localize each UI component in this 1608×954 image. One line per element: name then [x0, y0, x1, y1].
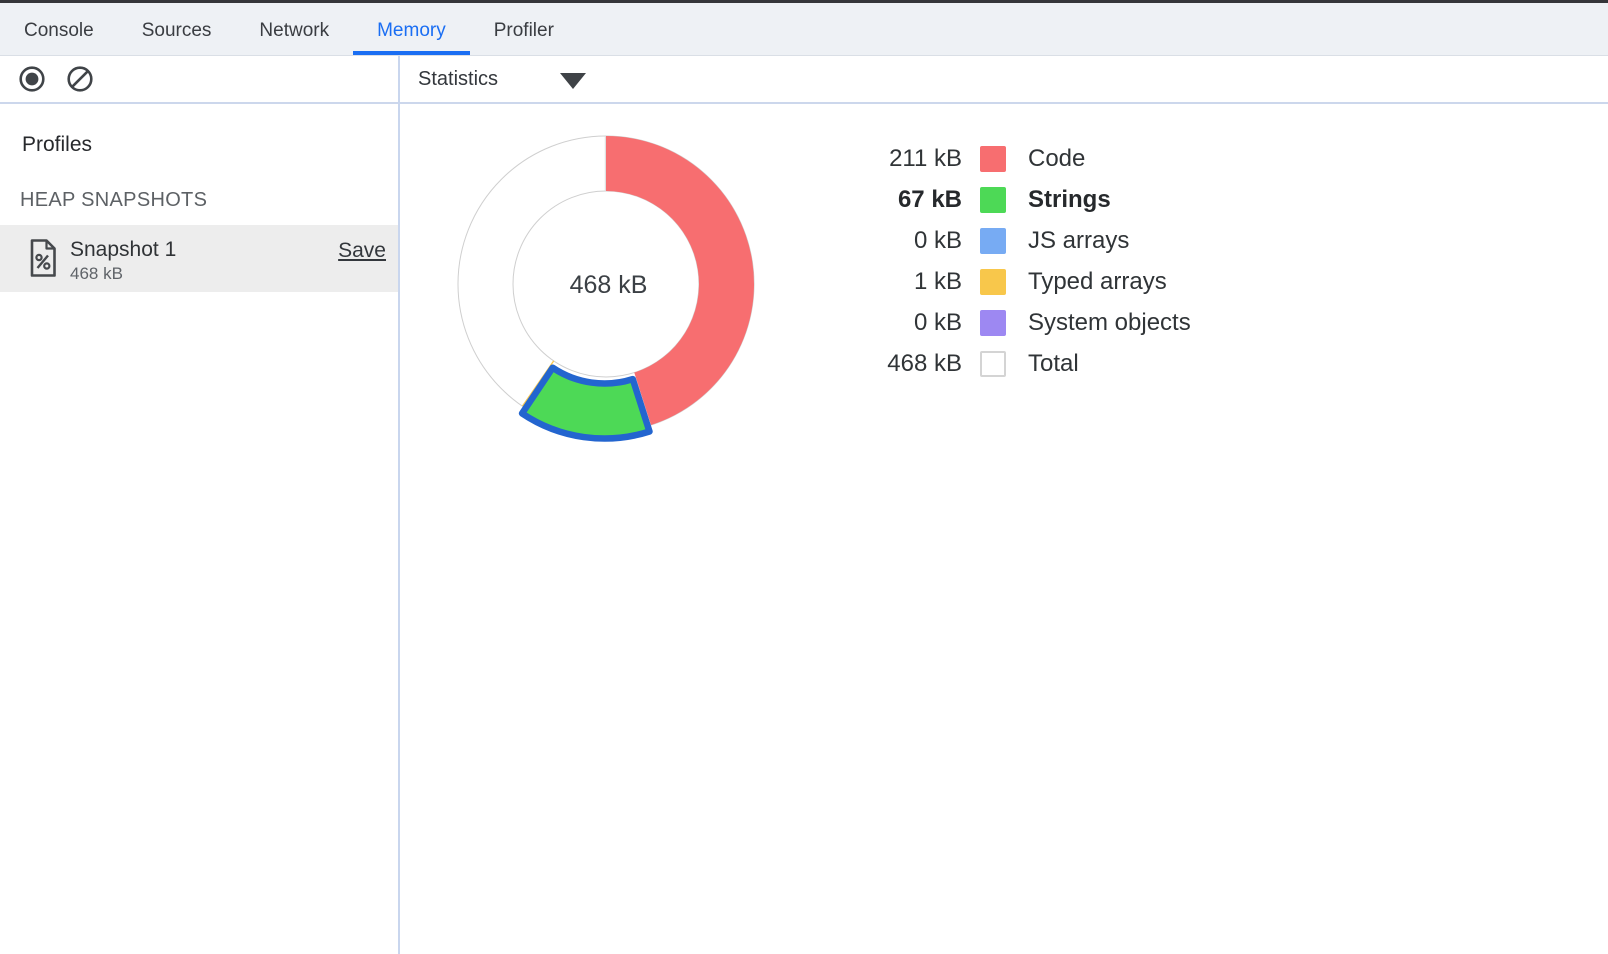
legend-row-code[interactable]: 211 kB Code — [862, 145, 1191, 173]
tab-label: Sources — [142, 20, 212, 42]
clear-profiles-button[interactable] — [65, 64, 95, 94]
legend-value: 1 kB — [862, 268, 962, 296]
legend-color-swatch — [980, 310, 1006, 336]
tab-label: Console — [24, 20, 94, 42]
legend-label: Strings — [1028, 186, 1111, 214]
perspective-select[interactable]: Statistics — [418, 68, 586, 91]
view-toolbar: Statistics — [400, 56, 1608, 104]
legend-color-swatch — [980, 269, 1006, 295]
legend-row-system-objects[interactable]: 0 kB System objects — [862, 309, 1191, 337]
legend-value: 0 kB — [862, 227, 962, 255]
snapshot-size: 468 kB — [70, 264, 176, 284]
save-snapshot-link[interactable]: Save — [338, 239, 386, 263]
legend-value: 468 kB — [862, 350, 962, 378]
legend-row-js-arrays[interactable]: 0 kB JS arrays — [862, 227, 1191, 255]
legend-label: JS arrays — [1028, 227, 1129, 255]
chart-legend: 211 kB Code 67 kB Strings 0 kB JS arrays… — [862, 145, 1191, 391]
legend-row-typed-arrays[interactable]: 1 kB Typed arrays — [862, 268, 1191, 296]
legend-label: Code — [1028, 145, 1085, 173]
donut-center-total-label: 468 kB — [536, 270, 681, 300]
snapshot-text: Snapshot 1 468 kB — [70, 239, 176, 284]
legend-row-total[interactable]: 468 kB Total — [862, 350, 1191, 378]
legend-color-swatch — [980, 187, 1006, 213]
triangle-down-icon — [560, 73, 586, 89]
legend-label: Typed arrays — [1028, 268, 1167, 296]
legend-value: 67 kB — [862, 186, 962, 214]
tab-label: Memory — [377, 20, 446, 42]
perspective-select-value: Statistics — [418, 68, 498, 91]
heap-snapshot-file-icon — [28, 239, 58, 277]
legend-value: 211 kB — [862, 145, 962, 173]
snapshot-name: Snapshot 1 — [70, 239, 176, 261]
tab-memory[interactable]: Memory — [353, 3, 470, 55]
tab-label: Network — [259, 20, 329, 42]
tab-profiler[interactable]: Profiler — [470, 3, 578, 55]
record-heap-snapshot-button[interactable] — [17, 64, 47, 94]
legend-row-strings[interactable]: 67 kB Strings — [862, 186, 1191, 214]
tab-console[interactable]: Console — [0, 3, 118, 55]
legend-color-swatch — [980, 146, 1006, 172]
legend-color-swatch — [980, 351, 1006, 377]
tab-network[interactable]: Network — [235, 3, 353, 55]
tab-label: Profiler — [494, 20, 554, 42]
profiler-toolbar — [0, 56, 398, 104]
legend-value: 0 kB — [862, 309, 962, 337]
sidebar-item-snapshot-1[interactable]: Snapshot 1 468 kB Save — [0, 225, 398, 292]
heap-snapshots-section-heading: HEAP SNAPSHOTS — [20, 189, 207, 212]
panel-divider[interactable] — [398, 56, 400, 954]
legend-label: System objects — [1028, 309, 1191, 337]
profiles-heading: Profiles — [22, 133, 92, 157]
tab-sources[interactable]: Sources — [118, 3, 236, 55]
legend-color-swatch — [980, 228, 1006, 254]
tab-bar: Console Sources Network Memory Profiler — [0, 3, 1608, 56]
legend-label: Total — [1028, 350, 1079, 378]
